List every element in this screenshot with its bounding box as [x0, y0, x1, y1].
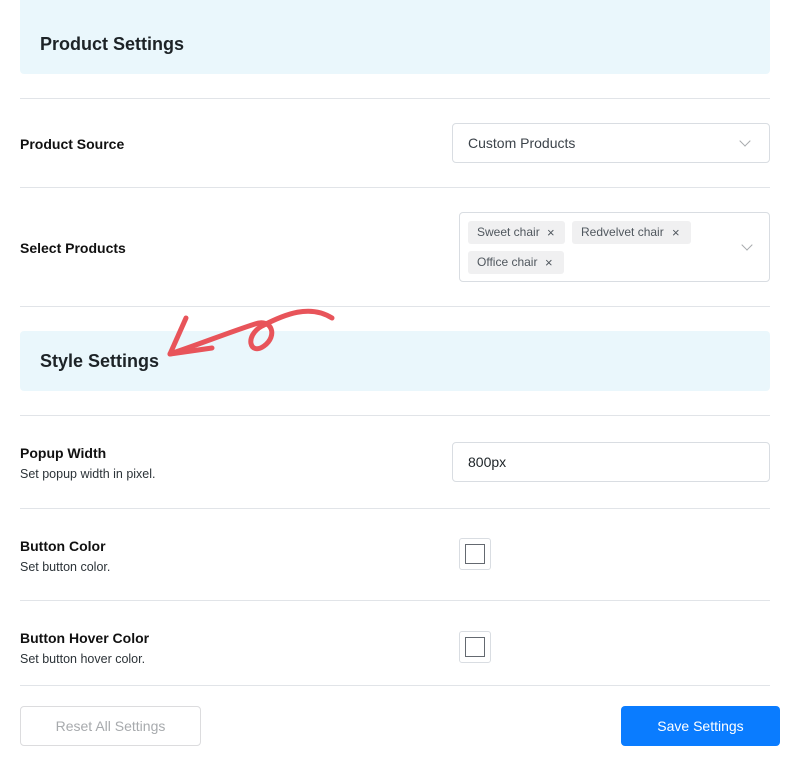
product-tag-label: Sweet chair: [477, 225, 540, 239]
popup-width-label: Popup Width: [20, 445, 107, 461]
style-settings-title: Style Settings: [40, 351, 160, 371]
save-settings-button[interactable]: Save Settings: [621, 706, 780, 746]
popup-width-description: Set popup width in pixel.: [20, 467, 156, 481]
product-source-label: Product Source: [20, 136, 125, 152]
close-icon[interactable]: ×: [545, 251, 553, 274]
color-preview: [465, 544, 485, 564]
divider: [20, 685, 770, 686]
select-products-label: Select Products: [20, 240, 126, 256]
product-tag: Redvelvet chair ×: [572, 221, 691, 244]
product-tag: Sweet chair ×: [468, 221, 565, 244]
product-tag: Office chair ×: [468, 251, 564, 274]
button-color-description: Set button color.: [20, 560, 111, 574]
chevron-down-icon: [739, 135, 751, 147]
button-hover-color-picker[interactable]: [459, 631, 491, 663]
settings-panel: Product Settings Product Source Custom P…: [0, 0, 800, 772]
select-products-multiselect[interactable]: Sweet chair × Redvelvet chair × Office c…: [459, 212, 770, 282]
button-color-label: Button Color: [20, 538, 106, 554]
product-source-value: Custom Products: [468, 135, 576, 151]
product-source-select[interactable]: Custom Products: [452, 123, 770, 163]
reset-all-settings-button[interactable]: Reset All Settings: [20, 706, 201, 746]
product-tag-label: Office chair: [477, 255, 538, 269]
button-hover-color-label: Button Hover Color: [20, 630, 150, 646]
divider: [20, 306, 770, 307]
popup-width-input[interactable]: [452, 442, 770, 482]
divider: [20, 98, 770, 99]
divider: [20, 187, 770, 188]
divider: [20, 415, 770, 416]
arrow-annotation-icon: [167, 308, 335, 357]
button-hover-color-description: Set button hover color.: [20, 652, 146, 666]
divider: [20, 600, 770, 601]
color-preview: [465, 637, 485, 657]
style-settings-header: Style Settings: [20, 331, 770, 391]
close-icon[interactable]: ×: [547, 221, 555, 244]
product-tag-label: Redvelvet chair: [581, 225, 664, 239]
divider: [20, 508, 770, 509]
button-color-picker[interactable]: [459, 538, 491, 570]
product-settings-header: Product Settings: [20, 0, 770, 74]
product-settings-title: Product Settings: [40, 34, 185, 54]
chevron-down-icon: [741, 239, 753, 251]
close-icon[interactable]: ×: [672, 221, 680, 244]
